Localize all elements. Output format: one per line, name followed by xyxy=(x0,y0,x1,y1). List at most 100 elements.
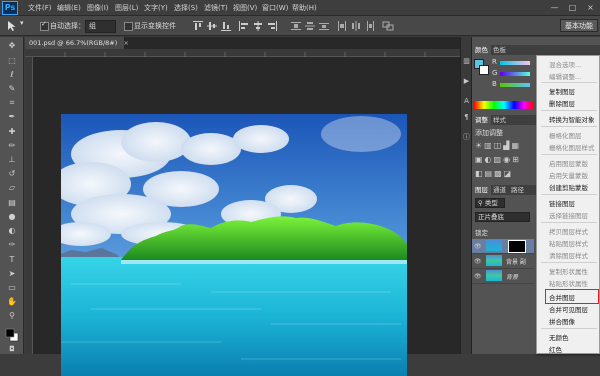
layer-row[interactable]: 👁 背景 xyxy=(472,269,534,284)
hand-tool-icon[interactable]: ✋ xyxy=(6,297,18,307)
quick-select-tool-icon[interactable]: ✎ xyxy=(6,84,18,94)
menu-item-edit-adjustment[interactable]: 编辑调整... xyxy=(549,71,581,81)
layer-row[interactable]: 👁 背景 副 xyxy=(472,254,534,269)
menu-filter[interactable]: 滤镜(T) xyxy=(204,3,228,13)
align-vcenter-icon[interactable] xyxy=(206,20,218,32)
marquee-tool-icon[interactable]: ⬚ xyxy=(6,56,18,66)
blur-tool-icon[interactable]: ● xyxy=(6,212,18,222)
distribute-hcenter-icon[interactable] xyxy=(350,20,362,32)
menu-layer[interactable]: 图层(L) xyxy=(115,3,138,13)
menu-image[interactable]: 图像(I) xyxy=(87,3,109,13)
canvas-image[interactable] xyxy=(61,114,407,376)
auto-select-checkbox[interactable] xyxy=(40,20,49,31)
history-brush-tool-icon[interactable]: ↺ xyxy=(6,169,18,179)
move-tool-icon[interactable]: ✥ xyxy=(6,41,18,51)
distribute-vcenter-icon[interactable] xyxy=(304,20,316,32)
menu-item-paste-shape-attributes[interactable]: 粘贴形状属性 xyxy=(549,278,588,288)
document-tab[interactable]: 001.psd @ 66.7%(RGB/8#) × xyxy=(25,37,129,49)
menu-item-copy-layer-style[interactable]: 拷贝图层样式 xyxy=(549,226,588,236)
move-tool-icon[interactable] xyxy=(6,20,18,32)
actions-panel-icon[interactable]: ▶ xyxy=(462,77,471,86)
gradient-tool-icon[interactable]: ▤ xyxy=(6,198,18,208)
visibility-eye-icon[interactable]: 👁 xyxy=(474,258,482,265)
path-select-tool-icon[interactable]: ➤ xyxy=(6,269,18,279)
menu-item-enable-vector-mask[interactable]: 启用矢量蒙版 xyxy=(549,170,588,180)
menu-item-paste-layer-style[interactable]: 粘贴图层样式 xyxy=(549,238,588,248)
dodge-tool-icon[interactable]: ◐ xyxy=(6,226,18,236)
tab-adjustments[interactable]: 调整 xyxy=(472,115,491,125)
tab-swatches[interactable]: 色板 xyxy=(490,45,509,55)
show-transform-checkbox[interactable] xyxy=(124,22,133,31)
brush-tool-icon[interactable]: ✏ xyxy=(6,141,18,151)
menu-item-copy-shape-attributes[interactable]: 复制形状属性 xyxy=(549,266,588,276)
align-right-icon[interactable] xyxy=(266,20,278,32)
clone-stamp-tool-icon[interactable]: ⊥ xyxy=(6,155,18,165)
menu-item-merge-visible[interactable]: 合并可见图层 xyxy=(549,304,588,314)
lasso-tool-icon[interactable]: ℓ xyxy=(6,70,18,80)
menu-window[interactable]: 窗口(W) xyxy=(262,3,288,13)
adjustment-icons-row-2[interactable]: ▣◐▨◉⊞ xyxy=(475,155,521,164)
eyedropper-tool-icon[interactable]: ✒ xyxy=(6,112,18,122)
align-top-icon[interactable] xyxy=(192,20,204,32)
menu-item-enable-layer-mask[interactable]: 启用图层蒙版 xyxy=(549,158,588,168)
eraser-tool-icon[interactable]: ▱ xyxy=(6,183,18,193)
menu-item-link-layers[interactable]: 链接图层 xyxy=(549,198,575,208)
shape-tool-icon[interactable]: ▭ xyxy=(6,283,18,293)
align-bottom-icon[interactable] xyxy=(220,20,232,32)
color-spectrum-bar[interactable] xyxy=(474,101,534,109)
close-tab-icon[interactable]: × xyxy=(123,39,128,47)
type-tool-icon[interactable]: T xyxy=(6,255,18,265)
paragraph-panel-icon[interactable]: ¶ xyxy=(462,113,471,122)
tab-layers[interactable]: 图层 xyxy=(472,185,491,195)
menu-item-convert-smart-object[interactable]: 转换为智能对象 xyxy=(549,114,595,124)
menu-file[interactable]: 文件(F) xyxy=(28,3,52,13)
quick-mask-icon[interactable]: ◘ xyxy=(6,344,18,354)
info-panel-icon[interactable]: ⓘ xyxy=(462,133,471,142)
layer-row[interactable]: 👁 xyxy=(472,239,534,254)
adjustment-icons-row-3[interactable]: ◧▤▩◪ xyxy=(475,169,513,178)
distribute-right-icon[interactable] xyxy=(364,20,376,32)
maximize-button[interactable]: □ xyxy=(566,2,579,13)
character-panel-icon[interactable]: A xyxy=(462,97,471,106)
menu-edit[interactable]: 编辑(E) xyxy=(57,3,81,13)
menu-view[interactable]: 视图(V) xyxy=(233,3,257,13)
menu-item-rasterize-layer[interactable]: 栅格化图层 xyxy=(549,130,582,140)
minimize-button[interactable]: — xyxy=(548,2,561,13)
menu-item-duplicate-layer[interactable]: 复制图层 xyxy=(549,86,575,96)
auto-select-dropdown[interactable]: 组 xyxy=(85,20,116,33)
visibility-eye-icon[interactable]: 👁 xyxy=(474,273,482,280)
menu-item-create-clipping-mask[interactable]: 创建剪贴蒙版 xyxy=(549,182,588,192)
history-panel-icon[interactable]: ▥ xyxy=(462,57,471,66)
green-slider[interactable] xyxy=(500,72,530,76)
distribute-bottom-icon[interactable] xyxy=(318,20,330,32)
layer-kind-filter[interactable]: ⚲ 类型 xyxy=(475,198,505,208)
workspace-button[interactable]: 基本功能 xyxy=(560,19,598,32)
menu-item-blending-options[interactable]: 混合选项... xyxy=(549,59,581,69)
adjustment-icons-row-1[interactable]: ☀▥◫▟▦ xyxy=(475,141,521,150)
menu-item-delete-layer[interactable]: 删除图层 xyxy=(549,98,575,108)
tab-color[interactable]: 颜色 xyxy=(472,45,491,55)
background-color-swatch[interactable] xyxy=(479,65,489,75)
menu-item-red[interactable]: 红色 xyxy=(549,344,562,354)
tab-paths[interactable]: 路径 xyxy=(508,185,527,195)
close-window-button[interactable]: × xyxy=(584,2,597,13)
crop-tool-icon[interactable]: ⌗ xyxy=(6,98,18,108)
menu-item-merge-layers[interactable]: 合并图层 xyxy=(549,292,575,302)
healing-brush-tool-icon[interactable]: ✚ xyxy=(6,127,18,137)
auto-align-icon[interactable] xyxy=(382,20,394,32)
pen-tool-icon[interactable]: ✑ xyxy=(6,240,18,250)
distribute-top-icon[interactable] xyxy=(290,20,302,32)
menu-item-clear-layer-style[interactable]: 清除图层样式 xyxy=(549,250,588,260)
menu-help[interactable]: 帮助(H) xyxy=(292,3,317,13)
foreground-background-color-icon[interactable] xyxy=(4,327,20,343)
menu-item-no-color[interactable]: 无颜色 xyxy=(549,332,569,342)
menu-item-flatten-image[interactable]: 拼合图像 xyxy=(549,316,575,326)
red-slider[interactable] xyxy=(500,61,530,65)
visibility-eye-icon[interactable]: 👁 xyxy=(474,243,482,250)
menu-type[interactable]: 文字(Y) xyxy=(144,3,168,13)
blend-mode-dropdown[interactable]: 正片叠底 xyxy=(475,212,530,222)
tab-channels[interactable]: 通道 xyxy=(490,185,509,195)
blue-slider[interactable] xyxy=(500,83,530,87)
tool-preset-chevron-icon[interactable]: ▾ xyxy=(20,19,24,27)
menu-item-rasterize-style[interactable]: 栅格化图层样式 xyxy=(549,142,595,152)
